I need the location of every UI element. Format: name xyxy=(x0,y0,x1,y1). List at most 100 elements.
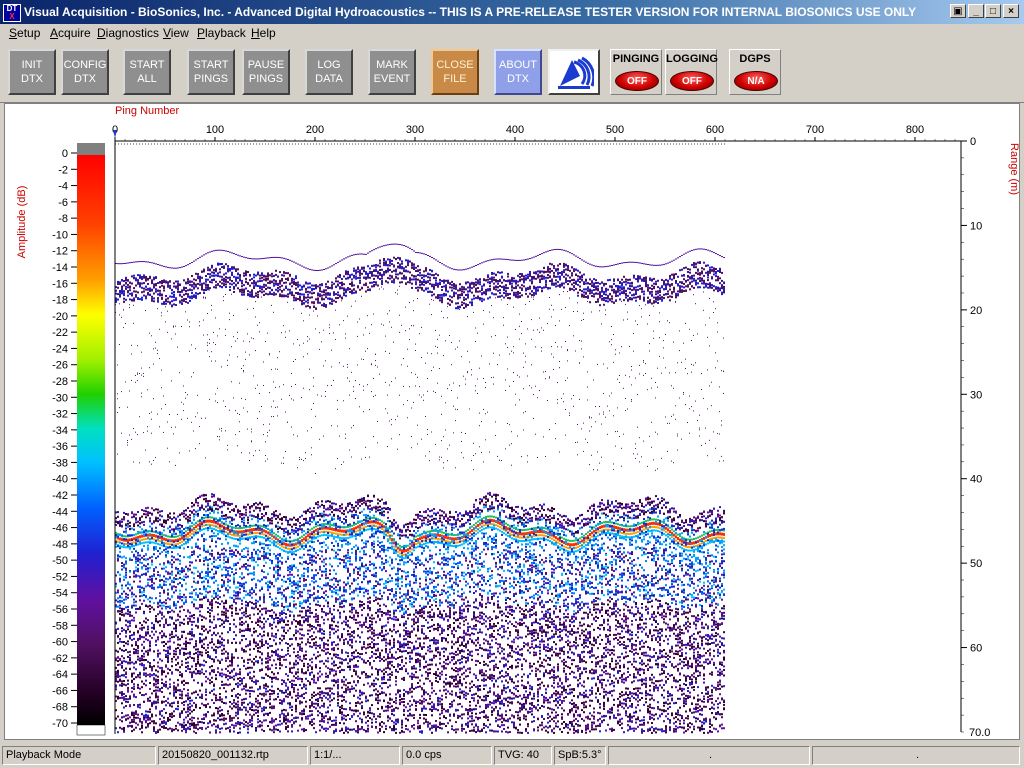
y-axis-bottom-label: 70.0 xyxy=(969,727,990,739)
color-scale-tick-label: -20 xyxy=(52,311,68,323)
color-scale-tick-label: -18 xyxy=(52,295,68,307)
color-scale-tick-label: -62 xyxy=(52,653,68,665)
y-tick-label: 60 xyxy=(970,643,982,655)
color-scale-tick-label: -50 xyxy=(52,555,68,567)
start-pings-button[interactable]: START PINGS xyxy=(187,49,235,95)
maximize-button[interactable]: □ xyxy=(985,4,1001,18)
y-tick-label: 30 xyxy=(970,389,982,401)
app-icon: DT X xyxy=(3,4,21,22)
x-tick-label: 500 xyxy=(606,124,624,136)
about-dtx-button[interactable]: ABOUT DTX xyxy=(494,49,542,95)
color-scale-tick-label: -52 xyxy=(52,571,68,583)
status-field-8: . xyxy=(812,746,1020,765)
pinging-indicator: PINGING OFF xyxy=(610,49,662,95)
color-scale-tick-label: -44 xyxy=(52,506,68,518)
x-tick-label: 200 xyxy=(306,124,324,136)
color-scale-tick-label: -16 xyxy=(52,278,68,290)
config-dtx-button[interactable]: CONFIG DTX xyxy=(61,49,109,95)
color-scale-label: Amplitude (dB) xyxy=(16,186,28,259)
color-scale-tick-label: -64 xyxy=(52,669,68,681)
x-tick-label: 800 xyxy=(906,124,924,136)
x-tick-label: 600 xyxy=(706,124,724,136)
color-scale-tick-label: -28 xyxy=(52,376,68,388)
color-scale-tick-label: -36 xyxy=(52,441,68,453)
menu-acquire[interactable]: Acquire xyxy=(50,26,91,40)
ping-number-label: Ping Number xyxy=(115,105,180,117)
status-field-7: . xyxy=(608,746,810,765)
x-tick-label: 700 xyxy=(806,124,824,136)
color-scale-tick-label: -4 xyxy=(58,181,68,193)
close-file-button[interactable]: CLOSE FILE xyxy=(431,49,479,95)
menu-help[interactable]: Help xyxy=(251,26,276,40)
y-tick-label: 20 xyxy=(970,305,982,317)
y-tick-label: 10 xyxy=(970,220,982,232)
menu-diagnostics[interactable]: Diagnostics xyxy=(97,26,159,40)
color-scale-tick-label: -32 xyxy=(52,409,68,421)
color-scale-tick-label: -66 xyxy=(52,685,68,697)
y-axis-ticks: 0 10 20 30 40 50 60 xyxy=(961,136,982,733)
y-tick-label: 50 xyxy=(970,558,982,570)
color-scale-tick-label: -40 xyxy=(52,474,68,486)
color-scale-tick-label: -42 xyxy=(52,490,68,502)
range-axis-label: Range (m) xyxy=(1008,143,1019,195)
pinging-label: PINGING xyxy=(612,53,660,65)
color-scale-tick-label: -8 xyxy=(58,213,68,225)
status-ping-index: 1:1/... xyxy=(310,746,400,765)
color-scale-gray-cap xyxy=(77,143,105,155)
mark-event-button[interactable]: MARK EVENT xyxy=(368,49,416,95)
status-mode: Playback Mode xyxy=(2,746,156,765)
color-scale-tick-label: -38 xyxy=(52,457,68,469)
color-scale-tick-label: -58 xyxy=(52,620,68,632)
dgps-indicator: DGPS N/A xyxy=(729,49,781,95)
echogram-svg[interactable]: Amplitude (dB) Range (m) Ping Number 0 -2… xyxy=(5,104,1020,739)
menu-view[interactable]: View xyxy=(163,26,189,40)
color-scale-tick-label: -54 xyxy=(52,588,68,600)
color-scale-tick-label: -24 xyxy=(52,343,68,355)
color-scale-tick-label: -10 xyxy=(52,229,68,241)
color-scale-tick-label: -34 xyxy=(52,425,68,437)
x-tick-label: 300 xyxy=(406,124,424,136)
menu-setup[interactable]: Setup xyxy=(9,26,40,40)
status-spb: SpB:5.3° xyxy=(554,746,606,765)
color-scale-tick-label: 0 xyxy=(62,148,68,160)
y-tick-label: 0 xyxy=(970,136,976,148)
color-scale-tick-label: -46 xyxy=(52,523,68,535)
close-button[interactable]: × xyxy=(1003,4,1019,18)
color-scale-tick-label: -70 xyxy=(52,718,68,730)
init-dtx-button[interactable]: INIT DTX xyxy=(8,49,56,95)
menu-bar: Setup Acquire Diagnostics View Playback … xyxy=(0,24,1024,42)
title-bar: DT X Visual Acquisition - BioSonics, Inc.… xyxy=(0,0,1024,24)
color-scale-white-cap xyxy=(76,724,106,736)
start-all-button[interactable]: START ALL xyxy=(123,49,171,95)
dgps-label: DGPS xyxy=(739,53,771,65)
biosonics-logo-icon[interactable] xyxy=(548,49,600,95)
minimize-button[interactable]: _ xyxy=(968,4,984,18)
color-scale-tick-label: -48 xyxy=(52,539,68,551)
restore-button[interactable]: ▣ xyxy=(950,4,966,18)
color-scale-tick-label: -56 xyxy=(52,604,68,616)
window-title: Visual Acquisition - BioSonics, Inc. - A… xyxy=(24,5,917,19)
status-bar: Playback Mode 20150820_001132.rtp 1:1/..… xyxy=(0,745,1024,767)
status-cps: 0.0 cps xyxy=(402,746,492,765)
color-scale-tick-label: -12 xyxy=(52,246,68,258)
x-tick-label: 100 xyxy=(206,124,224,136)
dgps-state-badge: N/A xyxy=(734,71,778,91)
color-scale-ticks: 0 -2 -4 -6 -8 -10 -12 -14 -16 -18 -20 -22 -24 -26 -28 -… xyxy=(52,148,77,730)
color-scale-tick-label: -26 xyxy=(52,360,68,372)
x-tick-label: 400 xyxy=(506,124,524,136)
x-axis-ticks: 0100200300400500600700800 xyxy=(112,124,956,141)
y-tick-label: 40 xyxy=(970,474,982,486)
status-tvg: TVG: 40 xyxy=(494,746,552,765)
color-scale-tick-label: -6 xyxy=(58,197,68,209)
menu-playback[interactable]: Playback xyxy=(197,26,246,40)
color-scale-tick-label: -22 xyxy=(52,327,68,339)
status-filename: 20150820_001132.rtp xyxy=(158,746,308,765)
pinging-state-badge: OFF xyxy=(615,71,659,91)
logging-state-badge: OFF xyxy=(670,71,714,91)
logging-indicator: LOGGING OFF xyxy=(665,49,718,95)
pause-pings-button[interactable]: PAUSE PINGS xyxy=(242,49,290,95)
log-data-button[interactable]: LOG DATA xyxy=(305,49,353,95)
color-scale-tick-label: -2 xyxy=(58,164,68,176)
echogram-panel: Amplitude (dB) Range (m) Ping Number 0 -2… xyxy=(4,103,1020,740)
toolbar: INIT DTX CONFIG DTX START ALL START PING… xyxy=(0,44,1024,103)
